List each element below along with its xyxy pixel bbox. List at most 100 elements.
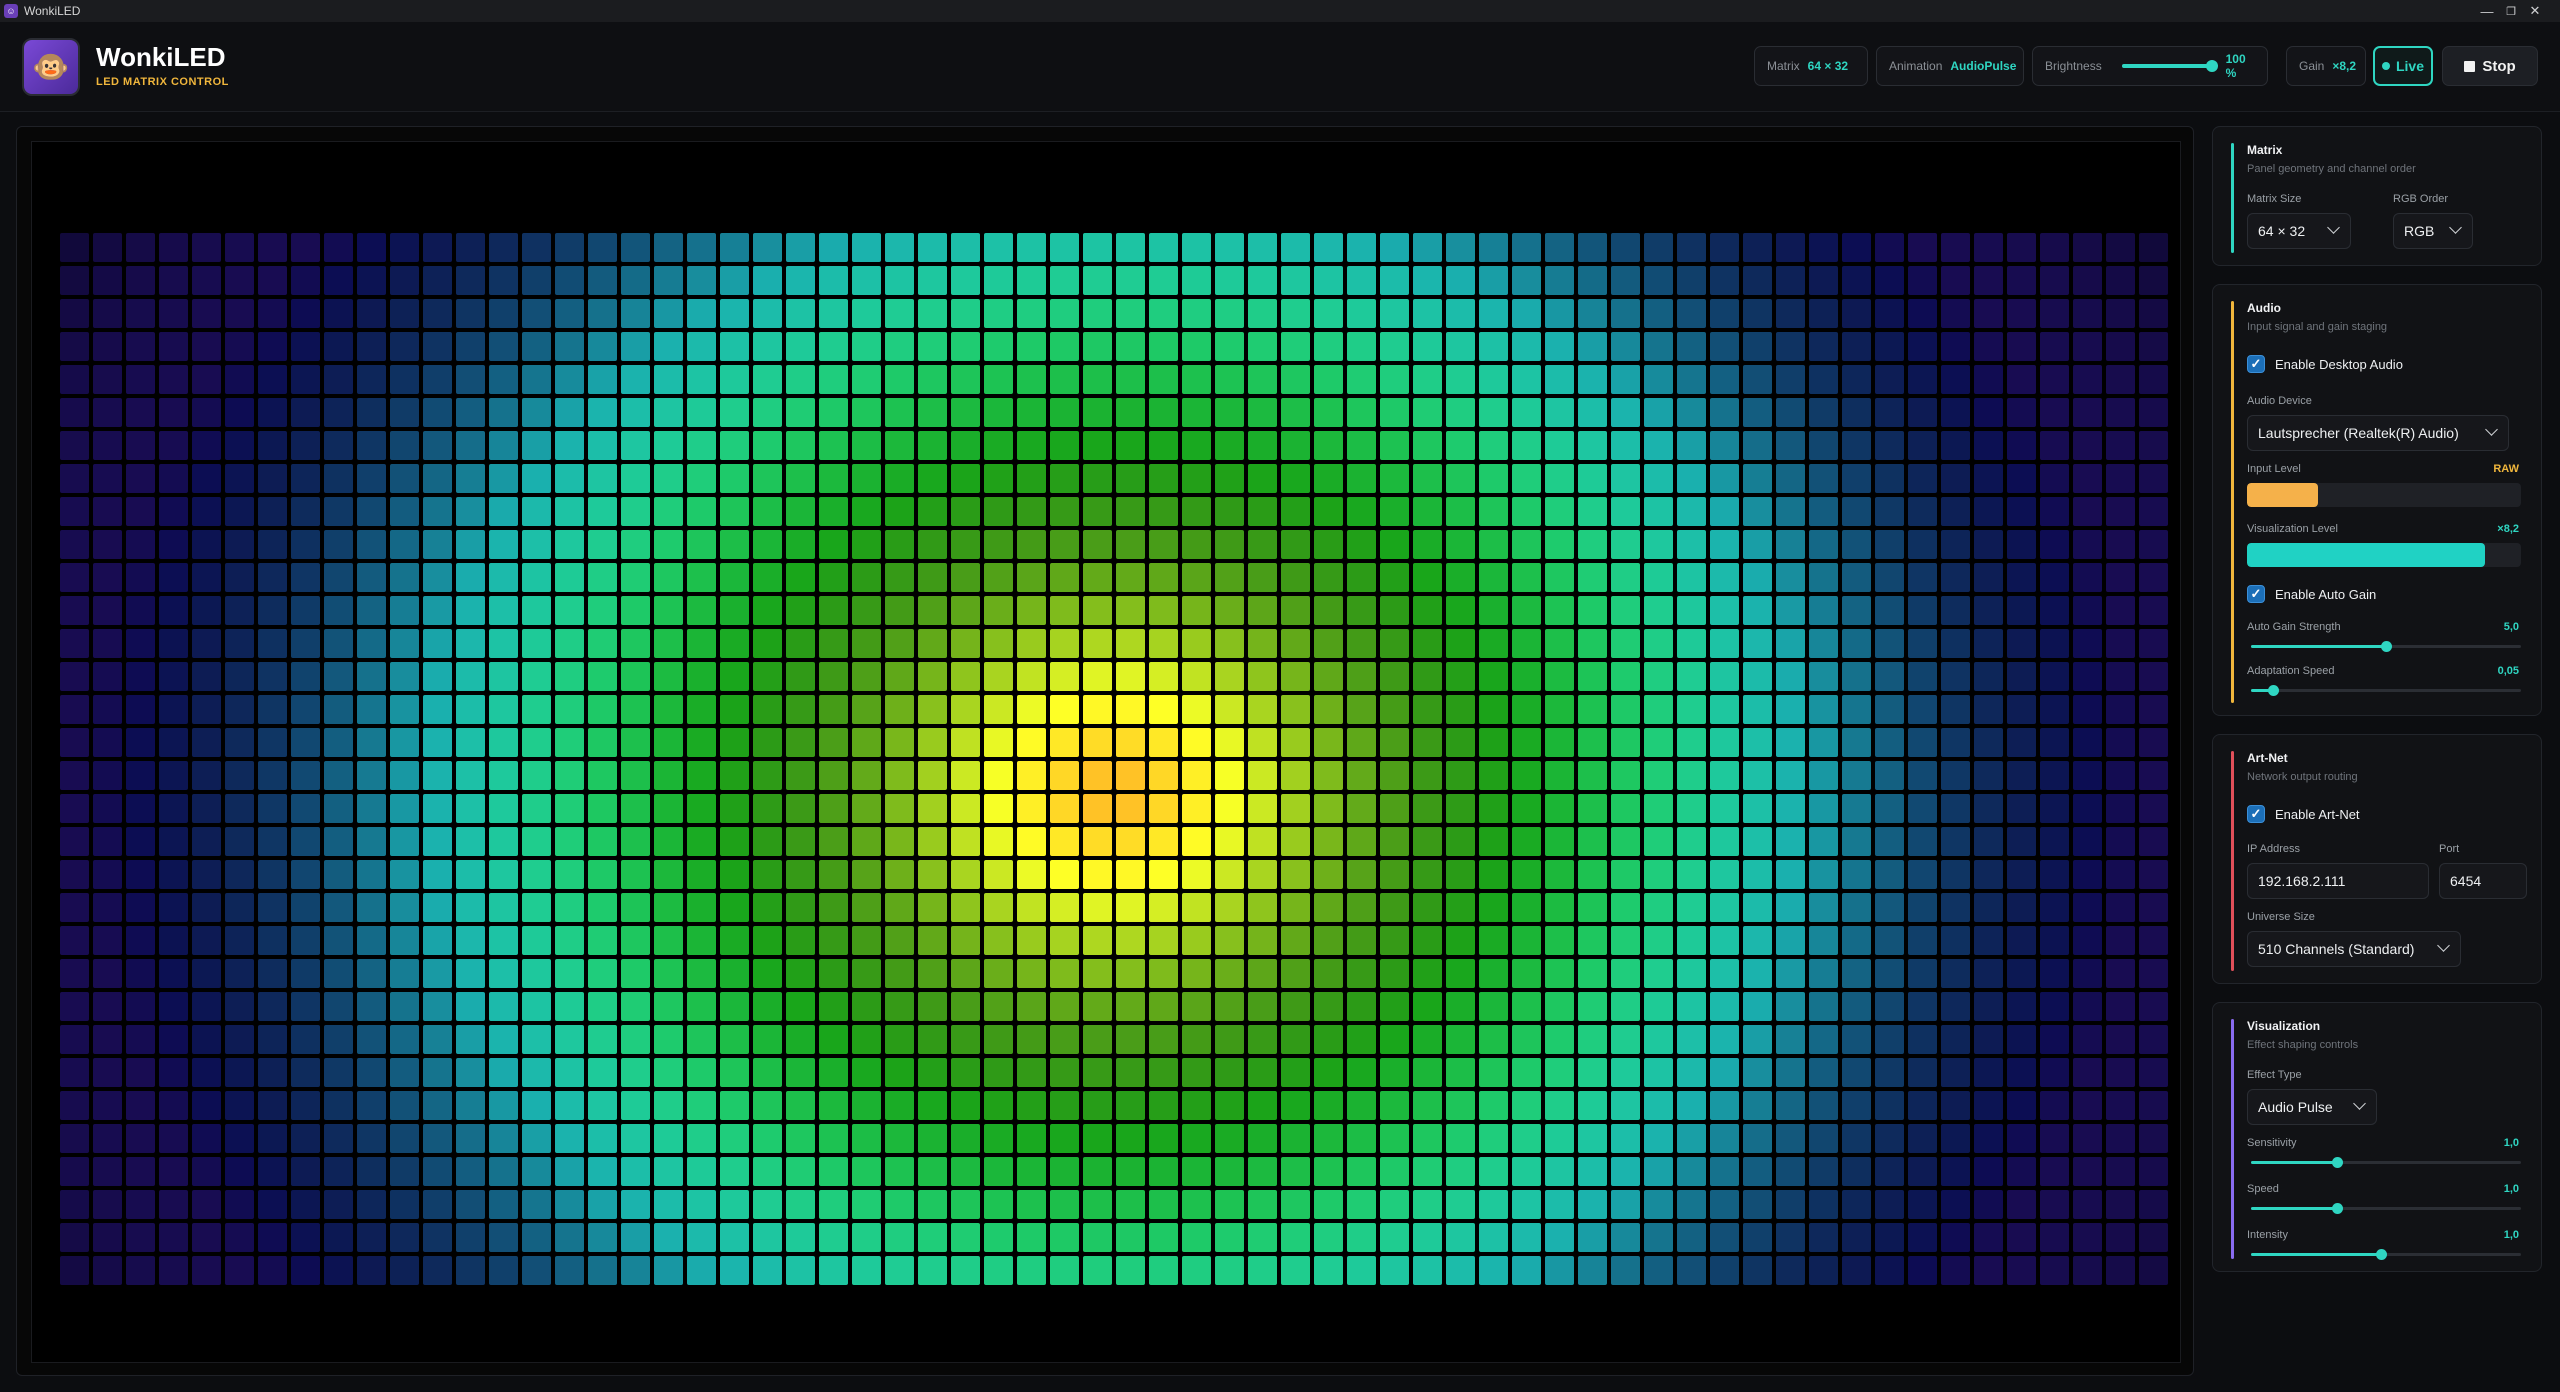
led-pixel xyxy=(1248,464,1277,493)
intensity-slider[interactable] xyxy=(2251,1249,2521,1260)
led-pixel xyxy=(1248,992,1277,1021)
led-pixel xyxy=(1347,266,1376,295)
close-button[interactable]: ✕ xyxy=(2512,0,2558,22)
led-pixel xyxy=(423,563,452,592)
led-pixel xyxy=(390,464,419,493)
led-pixel xyxy=(1314,266,1343,295)
led-pixel xyxy=(522,761,551,790)
universe-size-select[interactable]: 510 Channels (Standard) xyxy=(2247,931,2461,967)
led-pixel xyxy=(852,794,881,823)
led-pixel xyxy=(1479,662,1508,691)
led-pixel xyxy=(357,893,386,922)
port-input[interactable]: 6454 xyxy=(2439,863,2527,899)
led-pixel xyxy=(1611,1091,1640,1120)
slider-knob[interactable] xyxy=(2267,685,2279,696)
adaptation-speed-slider[interactable] xyxy=(2251,685,2521,696)
led-pixel xyxy=(852,299,881,328)
led-pixel xyxy=(1611,860,1640,889)
led-pixel xyxy=(357,1157,386,1186)
brightness-control[interactable]: Brightness 100 % xyxy=(2032,46,2268,86)
led-pixel xyxy=(1446,1124,1475,1153)
led-pixel xyxy=(555,464,584,493)
led-pixel xyxy=(2040,266,2069,295)
led-pixel xyxy=(1479,1025,1508,1054)
led-pixel xyxy=(720,1025,749,1054)
led-pixel xyxy=(885,860,914,889)
enable-desktop-audio-checkbox[interactable]: ✓ Enable Desktop Audio xyxy=(2247,355,2403,373)
slider-knob[interactable] xyxy=(2332,1157,2344,1168)
led-pixel xyxy=(1083,299,1112,328)
led-pixel xyxy=(786,959,815,988)
wonki-logo-icon: 🐵 xyxy=(22,38,80,96)
led-pixel xyxy=(1446,629,1475,658)
led-pixel xyxy=(1149,662,1178,691)
speed-slider[interactable] xyxy=(2251,1203,2521,1214)
led-pixel xyxy=(1281,497,1310,526)
led-pixel xyxy=(1314,299,1343,328)
led-pixel xyxy=(456,860,485,889)
stop-button[interactable]: Stop xyxy=(2442,46,2538,86)
led-pixel xyxy=(522,1091,551,1120)
led-pixel xyxy=(1380,695,1409,724)
led-pixel xyxy=(1512,530,1541,559)
led-pixel xyxy=(1017,1190,1046,1219)
led-pixel xyxy=(1908,728,1937,757)
led-pixel xyxy=(951,1256,980,1285)
led-pixel xyxy=(1149,1025,1178,1054)
led-pixel xyxy=(324,860,353,889)
live-button[interactable]: Live xyxy=(2373,46,2433,86)
led-pixel xyxy=(819,893,848,922)
rgb-order-select[interactable]: RGB xyxy=(2393,213,2473,249)
enable-artnet-checkbox[interactable]: ✓ Enable Art-Net xyxy=(2247,805,2360,823)
led-pixel xyxy=(1380,530,1409,559)
slider-knob[interactable] xyxy=(2381,641,2392,652)
led-pixel xyxy=(1743,1157,1772,1186)
effect-type-select[interactable]: Audio Pulse xyxy=(2247,1089,2377,1125)
led-pixel xyxy=(885,629,914,658)
led-pixel xyxy=(1809,794,1838,823)
led-pixel xyxy=(93,1124,122,1153)
led-pixel xyxy=(1941,893,1970,922)
led-pixel xyxy=(621,728,650,757)
led-pixel xyxy=(951,365,980,394)
led-pixel xyxy=(1710,695,1739,724)
led-pixel xyxy=(1347,530,1376,559)
brightness-slider[interactable] xyxy=(2121,60,2218,72)
led-pixel xyxy=(1644,1223,1673,1252)
led-pixel xyxy=(1545,332,1574,361)
led-pixel xyxy=(126,1058,155,1087)
led-pixel xyxy=(1842,431,1871,460)
led-pixel xyxy=(357,1124,386,1153)
led-pixel xyxy=(1248,233,1277,262)
led-pixel xyxy=(1479,1058,1508,1087)
led-pixel xyxy=(1116,992,1145,1021)
led-pixel xyxy=(456,1190,485,1219)
enable-auto-gain-checkbox[interactable]: ✓ Enable Auto Gain xyxy=(2247,585,2376,603)
led-pixel xyxy=(1809,332,1838,361)
matrix-size-select[interactable]: 64 × 32 xyxy=(2247,213,2351,249)
audio-device-select[interactable]: Lautsprecher (Realtek(R) Audio) xyxy=(2247,415,2509,451)
led-pixel xyxy=(1578,1025,1607,1054)
led-pixel xyxy=(192,1157,221,1186)
ip-address-input[interactable]: 192.168.2.111 xyxy=(2247,863,2429,899)
led-pixel xyxy=(291,497,320,526)
led-pixel xyxy=(126,695,155,724)
led-pixel xyxy=(192,992,221,1021)
slider-knob[interactable] xyxy=(2332,1203,2344,1214)
led-pixel xyxy=(852,332,881,361)
led-pixel xyxy=(654,926,683,955)
led-pixel xyxy=(1413,959,1442,988)
led-pixel xyxy=(357,860,386,889)
led-pixel xyxy=(753,860,782,889)
led-pixel xyxy=(60,299,89,328)
led-pixel xyxy=(753,662,782,691)
sensitivity-slider[interactable] xyxy=(2251,1157,2521,1168)
led-pixel xyxy=(1314,728,1343,757)
led-pixel xyxy=(1380,299,1409,328)
led-pixel xyxy=(1281,662,1310,691)
led-pixel xyxy=(390,761,419,790)
slider-knob[interactable] xyxy=(2375,1249,2387,1260)
led-pixel xyxy=(918,266,947,295)
auto-gain-strength-slider[interactable] xyxy=(2251,641,2521,652)
brightness-slider-knob[interactable] xyxy=(2205,60,2218,72)
